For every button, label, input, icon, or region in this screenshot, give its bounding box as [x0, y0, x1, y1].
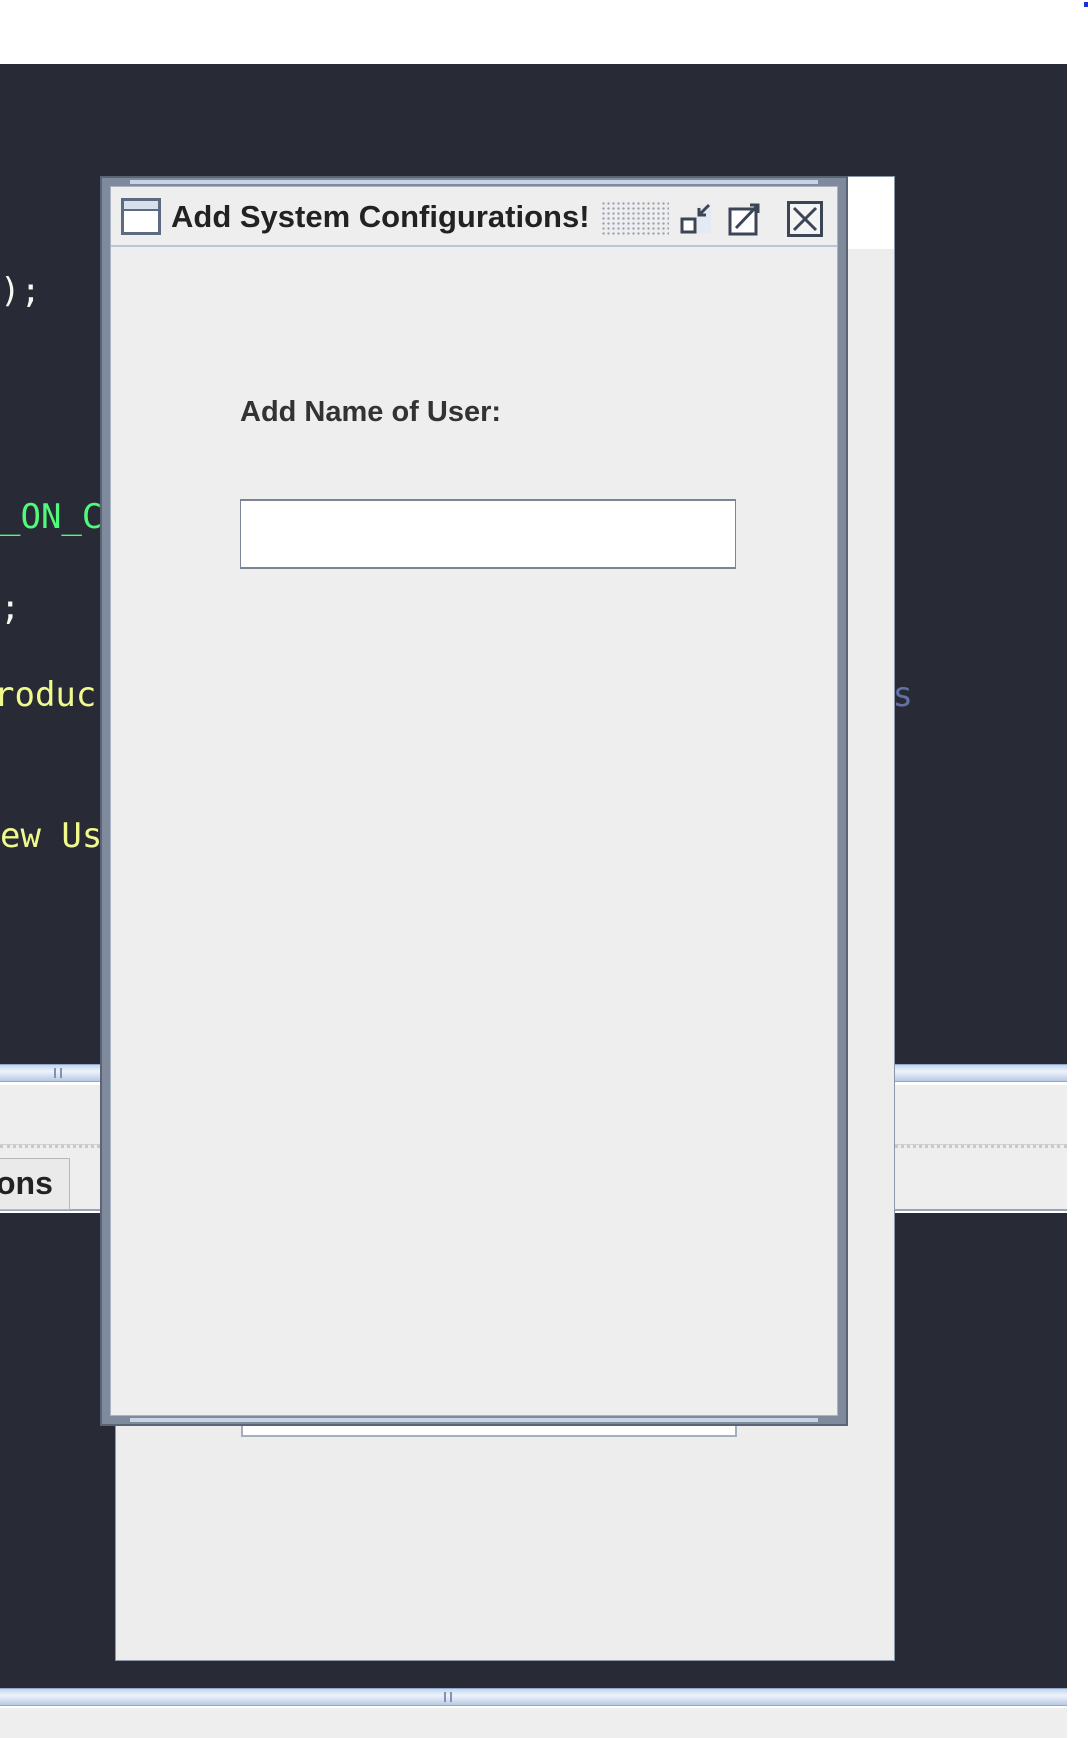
titlebar-grip: [601, 201, 669, 237]
status-bar: [0, 1708, 1067, 1738]
dialog-titlebar[interactable]: Add System Configurations!: [111, 187, 837, 247]
code-line: ;: [0, 588, 21, 628]
iconify-button[interactable]: [679, 201, 715, 237]
name-of-user-label: Add Name of User:: [240, 396, 502, 428]
close-button[interactable]: [787, 201, 823, 237]
frame-top-edge: [130, 180, 818, 184]
tab-options[interactable]: ons: [0, 1158, 70, 1210]
code-line: ew Us: [0, 816, 103, 856]
frame-bottom-edge: [130, 1418, 818, 1422]
add-system-configurations-dialog: Add System Configurations! Add Name of U…: [100, 176, 848, 1426]
code-line: _ON_C: [0, 497, 103, 537]
divider-grip-icon: [54, 1068, 62, 1078]
window-icon: [121, 198, 161, 235]
name-of-user-input[interactable]: [240, 499, 736, 569]
divider-grip-icon: [444, 1692, 452, 1702]
maximize-icon: [728, 203, 760, 236]
code-line: );: [0, 271, 41, 311]
dialog-title: Add System Configurations!: [171, 199, 590, 234]
code-line: roduc: [0, 675, 97, 715]
dialog-content: Add System Configurations! Add Name of U…: [110, 186, 838, 1416]
close-icon: [792, 206, 818, 232]
iconify-icon: [680, 203, 711, 234]
maximize-button[interactable]: [727, 201, 763, 237]
corner-mark: [1084, 2, 1088, 7]
split-divider-bottom[interactable]: [0, 1688, 1067, 1706]
